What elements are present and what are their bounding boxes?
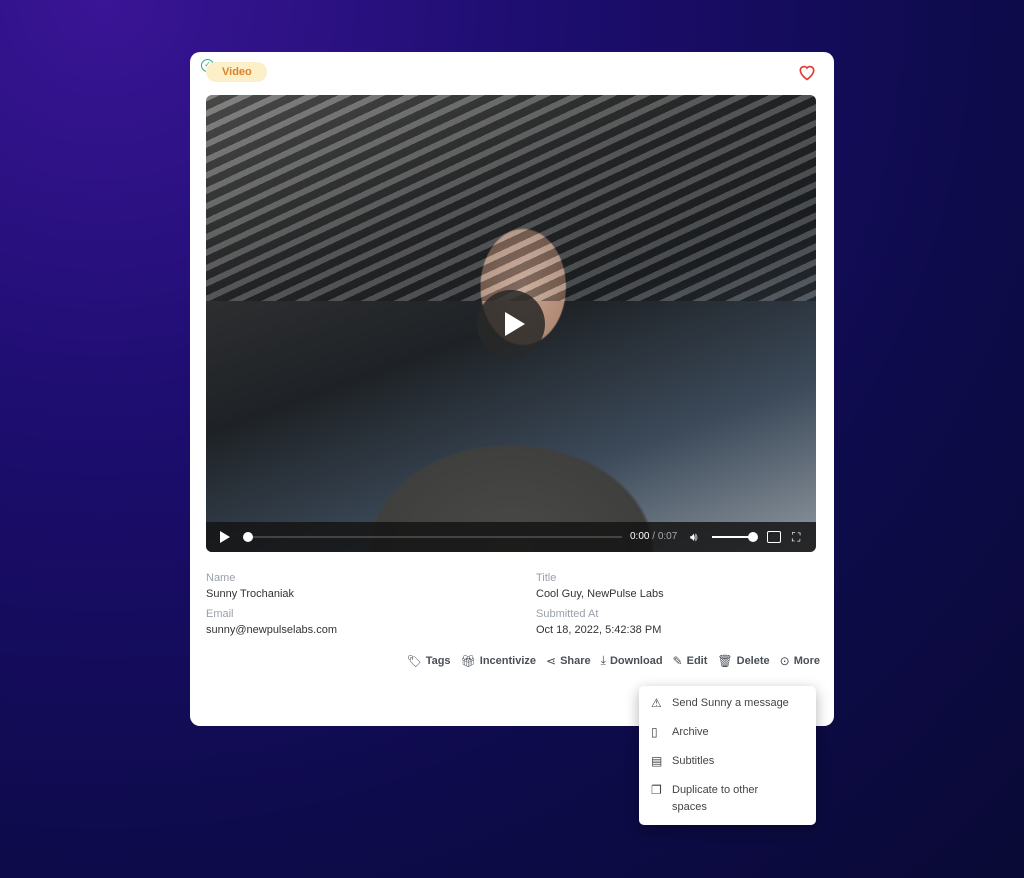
subtitles-icon: ▤ [651, 754, 663, 768]
trash-icon: 🗑︎ [717, 653, 733, 668]
video-card: ✓ Video 0:00 / 0:07 🔊︎ ⛶ Name Sunny Troc… [190, 52, 834, 726]
incentivize-label: Incentivize [479, 654, 537, 667]
video-player[interactable]: 0:00 / 0:07 🔊︎ ⛶ [206, 95, 816, 552]
menu-item-label: Archive [672, 726, 709, 738]
video-frame [206, 95, 816, 301]
email-value: sunny@newpulselabs.com [206, 624, 338, 636]
title-value: Cool Guy, NewPulse Labs [536, 588, 664, 600]
meta-right: Title Cool Guy, NewPulse Labs Submitted … [536, 572, 664, 644]
menu-item-subtitles[interactable]: ▤ Subtitles [639, 753, 816, 770]
edit-label: Edit [686, 654, 708, 667]
fullscreen-icon[interactable]: ⛶ [792, 530, 800, 545]
meta-left: Name Sunny Trochaniak Email sunny@newpul… [206, 572, 337, 644]
name-value: Sunny Trochaniak [206, 588, 295, 600]
share-label: Share [560, 654, 591, 667]
tags-button[interactable]: 🏷︎ Tags [406, 653, 450, 668]
download-button[interactable]: ⤓ Download [601, 653, 663, 668]
menu-item-label: Duplicate to other spaces [672, 784, 759, 813]
delete-button[interactable]: 🗑︎ Delete [717, 653, 769, 668]
delete-label: Delete [736, 654, 770, 667]
time-display: 0:00 / 0:07 [630, 531, 677, 542]
download-icon: ⤓ [600, 653, 606, 667]
action-bar: 🏷︎ Tags 🎁︎ Incentivize ⋖ Share ⤓ Download ✎ E… [406, 653, 820, 668]
edit-icon: ✎ [672, 653, 683, 668]
heart-icon[interactable] [797, 62, 817, 82]
volume-slider[interactable] [712, 536, 752, 538]
play-overlay-button[interactable] [477, 290, 545, 358]
menu-item-label: Subtitles [672, 755, 715, 767]
incentivize-button[interactable]: 🎁︎ Incentivize [461, 653, 536, 668]
submitted-value: Oct 18, 2022, 5:42:38 PM [536, 624, 662, 636]
tag-icon: 🏷︎ [406, 653, 422, 668]
seek-bar[interactable] [244, 536, 622, 538]
more-icon: ⊙ [779, 653, 790, 668]
share-button[interactable]: ⋖ Share [546, 653, 591, 668]
video-controls: 0:00 / 0:07 🔊︎ ⛶ [206, 522, 816, 552]
copy-icon: ❐ [651, 783, 662, 797]
seek-handle[interactable] [243, 532, 253, 542]
tags-label: Tags [425, 654, 451, 667]
gift-icon: 🎁︎ [460, 653, 476, 668]
time-separator: / [649, 531, 658, 542]
download-label: Download [609, 654, 663, 667]
more-menu: ⚠︎ Send Sunny a message ▯ Archive ▤ Subtitl… [639, 686, 816, 825]
warning-icon: ⚠︎ [651, 696, 662, 710]
submitted-label: Submitted At [536, 608, 599, 620]
menu-item-label: Send Sunny a message [672, 697, 789, 709]
bookmark-icon: ▯ [651, 725, 658, 739]
email-label: Email [206, 608, 234, 620]
more-button[interactable]: ⊙ More [780, 653, 820, 668]
title-label: Title [536, 572, 557, 584]
duration: 0:07 [657, 531, 678, 542]
volume-handle[interactable] [748, 532, 758, 542]
play-icon[interactable] [220, 531, 230, 543]
volume-icon[interactable]: 🔊︎ [690, 530, 698, 545]
menu-item-send-message[interactable]: ⚠︎ Send Sunny a message [639, 695, 816, 712]
captions-off-icon[interactable] [767, 531, 781, 543]
edit-button[interactable]: ✎ Edit [673, 653, 708, 668]
current-time: 0:00 [630, 531, 650, 542]
video-badge: Video [206, 62, 267, 82]
more-label: More [793, 654, 820, 667]
name-label: Name [206, 572, 236, 584]
menu-item-duplicate[interactable]: ❐ Duplicate to other spaces [639, 782, 816, 816]
menu-item-archive[interactable]: ▯ Archive [639, 724, 816, 741]
share-icon: ⋖ [546, 653, 557, 668]
